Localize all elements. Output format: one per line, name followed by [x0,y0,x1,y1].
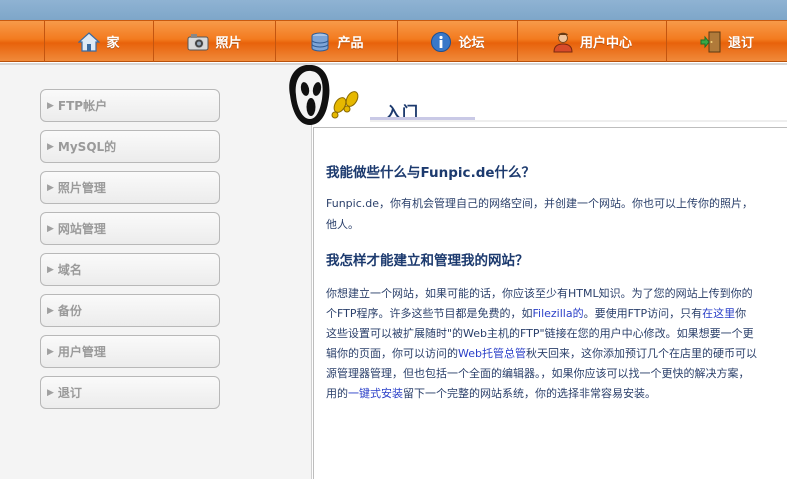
home-icon [77,31,102,53]
text-run: 这些设置可以被扩展随时"的Web主机的FTP"链接在您的用户中心修改。如果想要一… [326,327,754,340]
sidebar-item-label: 域名 [57,263,82,277]
arrow-right-icon: ▶ [47,141,54,152]
sidebar-item-photo-management[interactable]: ▶ 照片管理 [40,171,220,204]
arrow-right-icon: ▶ [47,387,54,398]
one-click-install-link[interactable]: 一键式安装 [348,387,403,400]
sidebar-item-backup[interactable]: ▶ 备份 [40,294,220,327]
user-icon [552,31,574,53]
arrow-right-icon: ▶ [47,305,54,316]
top-strip [0,0,787,20]
nav-item-products[interactable]: 产品 [275,21,397,62]
info-icon [430,31,452,53]
sidebar-item-label: 照片管理 [57,181,106,195]
nav-label: 产品 [337,36,364,51]
paragraph-line: Funpic.de，你有机会管理自己的网络空间，并创建一个网站。你也可以上传你的… [326,194,787,214]
text-run: HTML [568,287,599,300]
exit-door-icon [700,31,722,53]
sidebar-item-label: 退订 [57,386,82,400]
arrow-right-icon: ▶ [47,182,54,193]
main-nav: 家 照片 产品 论坛 用户中心 退订 [0,20,787,62]
title-divider [370,120,787,122]
arrow-right-icon: ▶ [47,346,54,357]
paragraph-line: 用的一键式安装留下一个完整的网站系统，你的选择非常容易安装。 [326,384,787,404]
text-run: Funpic.de，你有机会管理自己的网络空间，并创建一个网站。你也可以上传你的… [326,197,753,210]
sidebar-item-label: MySQL的 [57,140,117,154]
nav-label: 退订 [727,36,754,51]
nav-label: 用户中心 [579,36,632,51]
sidebar-item-website-management[interactable]: ▶ 网站管理 [40,212,220,245]
text-run: 个FTP程序。许多这些节目都是免费的，如 [326,307,533,320]
here-link[interactable]: 在这里 [702,307,735,320]
nav-item-logout[interactable]: 退订 [666,21,787,62]
paragraph-line: 这些设置可以被扩展随时"的Web主机的FTP"链接在您的用户中心修改。如果想要一… [326,324,787,344]
nav-item-home[interactable]: 家 [44,21,153,62]
sidebar-item-label: 用户管理 [57,345,106,359]
nav-item-forum[interactable]: 论坛 [397,21,517,62]
camera-icon [187,31,209,53]
text-run: 你想建立一个网站，如果可能的话，你应该至少有 [326,287,568,300]
ghost-mask-icon [289,65,359,125]
text-run: 留下一个完整的网站系统，你的选择非常容易安装。 [403,387,656,400]
nav-label: 家 [106,36,120,51]
sidebar-item-label: FTP帐户 [57,99,108,113]
sidebar-item-domains[interactable]: ▶ 域名 [40,253,220,286]
text-run: 你 [735,307,747,320]
text-run: 秋天回来，这你添加预订几个在店里的硬币可以 [525,347,757,360]
paragraph-line: 他人。 [326,215,787,235]
arrow-right-icon: ▶ [47,223,54,234]
sidebar-item-mysql[interactable]: ▶ MySQL的 [40,130,220,163]
web-hosting-manager-link[interactable]: Web托管总管 [458,347,526,360]
arrow-right-icon: ▶ [47,264,54,275]
section-heading: 我能做些什么与Funpic.de什么？ [326,165,536,181]
nav-item-user-center[interactable]: 用户中心 [517,21,666,62]
paragraph-line: 个FTP程序。许多这些节目都是免费的，如Filezilla的。要使用FTP访问，… [326,304,787,324]
main-content: 入门 我能做些什么与Funpic.de什么？ Funpic.de，你有机会管理自… [289,65,787,479]
text-run: 他人。 [326,218,359,231]
text-run: 源管理器管理，但也包括一个全面的编辑器。，如果你应该可以找一个更快的解决方案， [326,367,750,380]
paragraph-line: 辑你的页面，你可以访问的Web托管总管秋天回来，这你添加预订几个在店里的硬币可以 [326,344,787,364]
sidebar-item-label: 网站管理 [57,222,106,236]
nav-item-photos[interactable]: 照片 [153,21,275,62]
text-run: 。要使用FTP访问，只有 [583,307,703,320]
section-heading: 我怎样才能建立和管理我的网站？ [326,253,529,269]
filezilla-link[interactable]: Filezilla的 [533,307,584,320]
sidebar: ▶ FTP帐户 ▶ MySQL的 ▶ 照片管理 ▶ 网站管理 ▶ 域名 ▶ 备份 ▶ 用户管理… [0,65,312,479]
content-panel: 我能做些什么与Funpic.de什么？ Funpic.de，你有机会管理自己的网… [313,127,787,479]
sidebar-item-ftp-accounts[interactable]: ▶ FTP帐户 [40,89,220,122]
paragraph-line: 源管理器管理，但也包括一个全面的编辑器。，如果你应该可以找一个更快的解决方案， [326,364,787,384]
nav-label: 论坛 [458,36,485,51]
text-run: 知识。为了您的网站上传到你的 [598,287,753,300]
arrow-right-icon: ▶ [47,100,54,111]
nav-label: 照片 [215,36,242,51]
sidebar-item-label: 备份 [57,304,82,318]
text-run: 用的 [326,387,348,400]
sidebar-item-user-management[interactable]: ▶ 用户管理 [40,335,220,368]
title-area: 入门 [278,65,787,125]
text-run: 辑你的页面，你可以访问的 [326,347,458,360]
paragraph-line: 你想建立一个网站，如果可能的话，你应该至少有HTML知识。为了您的网站上传到你的 [326,284,787,304]
sidebar-item-logout[interactable]: ▶ 退订 [40,376,220,409]
database-icon [309,31,331,53]
